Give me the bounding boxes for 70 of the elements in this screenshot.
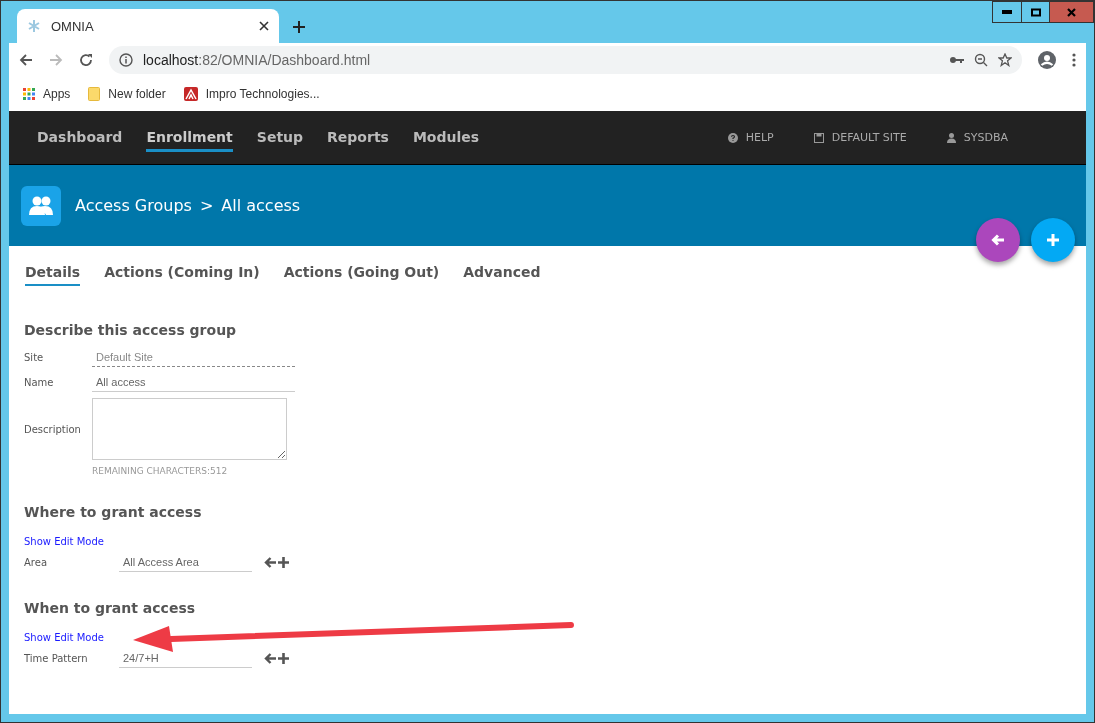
key-icon[interactable] bbox=[950, 56, 964, 64]
nav-tab[interactable]: Modules bbox=[412, 123, 480, 152]
nav-tab[interactable]: Dashboard bbox=[37, 123, 123, 152]
site-logo-icon bbox=[183, 87, 198, 101]
close-icon bbox=[1067, 7, 1076, 17]
browser-tab[interactable]: OMNIA bbox=[17, 9, 279, 43]
value-field[interactable]: All Access Area bbox=[119, 553, 252, 572]
url-text: localhost:82/OMNIA/Dashboard.html bbox=[143, 52, 372, 68]
back-arrow-icon bbox=[264, 557, 276, 568]
add-button[interactable] bbox=[1031, 218, 1075, 262]
plus-icon bbox=[278, 653, 289, 664]
account-icon[interactable] bbox=[1038, 51, 1056, 69]
apps-grid-icon bbox=[23, 88, 35, 100]
site-field[interactable]: Default Site bbox=[92, 348, 295, 367]
add-button[interactable] bbox=[278, 653, 289, 664]
folder-icon bbox=[88, 87, 101, 101]
help-icon bbox=[727, 132, 738, 143]
nav-link[interactable]: HELP bbox=[745, 131, 774, 144]
show-edit-mode-link[interactable]: Show Edit Mode bbox=[24, 536, 104, 547]
page-title: All access bbox=[221, 196, 301, 215]
nav-link[interactable]: SYSDBA bbox=[963, 131, 1008, 144]
field-label: Name bbox=[24, 377, 55, 388]
group-icon bbox=[21, 185, 61, 226]
add-button[interactable] bbox=[278, 557, 289, 568]
breadcrumb-link[interactable]: Access Groups bbox=[75, 196, 192, 215]
snowflake-icon bbox=[27, 19, 41, 33]
back-button[interactable] bbox=[264, 653, 276, 664]
field-label: Area bbox=[24, 557, 48, 568]
reload-icon[interactable] bbox=[79, 53, 93, 67]
star-icon[interactable] bbox=[998, 53, 1012, 67]
close-icon[interactable] bbox=[259, 21, 269, 31]
field-label: Time Pattern bbox=[24, 653, 89, 664]
bookmark-link[interactable]: Impro Technologies... bbox=[205, 87, 320, 101]
back-button[interactable] bbox=[976, 218, 1020, 262]
back-button[interactable] bbox=[264, 557, 276, 568]
description-field[interactable] bbox=[92, 398, 287, 460]
zoom-out-icon[interactable] bbox=[974, 53, 988, 67]
maximize-icon bbox=[1030, 7, 1041, 17]
remaining-characters: REMAINING CHARACTERS:512 bbox=[92, 466, 229, 476]
plus-icon bbox=[278, 557, 289, 568]
field-label: Description bbox=[24, 423, 82, 435]
menu-icon[interactable] bbox=[1072, 53, 1076, 67]
nav-link[interactable]: DEFAULT SITE bbox=[831, 131, 907, 144]
tab[interactable]: Details bbox=[25, 264, 81, 286]
bookmark-link[interactable]: Apps bbox=[43, 87, 71, 101]
info-icon bbox=[119, 53, 133, 67]
back-arrow-icon bbox=[264, 653, 276, 664]
field-label: Site bbox=[24, 352, 45, 363]
user-icon bbox=[946, 132, 956, 143]
show-edit-mode-link[interactable]: Show Edit Mode bbox=[24, 632, 104, 643]
breadcrumb-separator: > bbox=[199, 196, 214, 215]
address-bar[interactable]: localhost:82/OMNIA/Dashboard.html bbox=[109, 46, 1022, 74]
nav-tab[interactable]: Enrollment bbox=[146, 123, 233, 152]
plus-icon bbox=[1047, 234, 1059, 246]
section-heading: Where to grant access bbox=[24, 504, 203, 520]
minimize-icon bbox=[1002, 10, 1012, 14]
back-arrow-icon[interactable] bbox=[19, 53, 33, 67]
nav-tab[interactable]: Setup bbox=[256, 123, 304, 152]
tab[interactable]: Advanced bbox=[463, 264, 541, 286]
section-heading: Describe this access group bbox=[24, 322, 238, 338]
close-button[interactable] bbox=[1049, 2, 1093, 22]
tab-title: OMNIA bbox=[51, 18, 95, 34]
section-heading: When to grant access bbox=[24, 600, 197, 616]
tab[interactable]: Actions (Coming In) bbox=[104, 264, 260, 286]
nav-tab[interactable]: Reports bbox=[327, 123, 389, 152]
plus-icon bbox=[293, 21, 305, 33]
back-arrow-icon bbox=[991, 234, 1005, 246]
bookmark-link[interactable]: New folder bbox=[108, 87, 166, 101]
tab[interactable]: Actions (Going Out) bbox=[283, 264, 440, 286]
name-field[interactable]: All access bbox=[92, 373, 295, 392]
